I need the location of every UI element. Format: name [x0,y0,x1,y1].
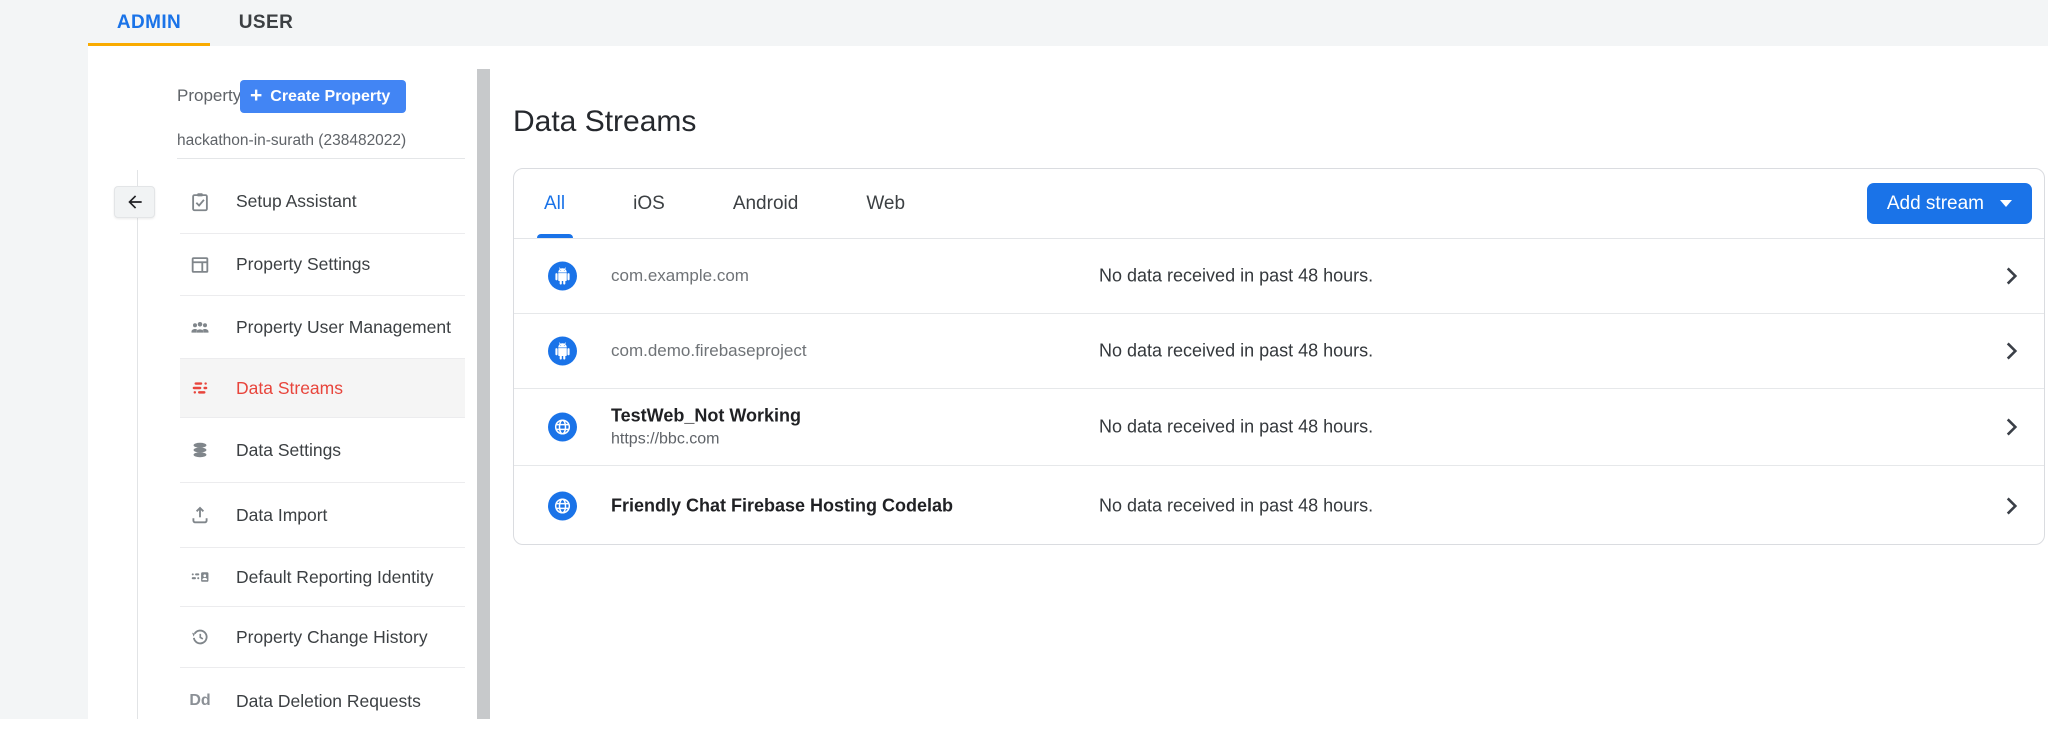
stream-status: No data received in past 48 hours. [1099,495,1373,516]
sidebar-item-property-user-management[interactable]: Property User Management [180,296,465,359]
sidebar-item-default-reporting-identity[interactable]: Default Reporting Identity [180,548,465,607]
dd-letters-icon: Dd [188,689,212,713]
property-name[interactable]: hackathon-in-surath (238482022) [177,132,406,150]
chevron-right-icon[interactable] [1998,338,2024,364]
chevron-right-icon[interactable] [1998,493,2024,519]
data-streams-card: All iOS Android Web Add stream com.examp… [513,168,2045,545]
stream-status: No data received in past 48 hours. [1099,417,1373,438]
property-column-border [137,170,138,719]
stream-name: com.example.com [611,266,749,285]
sidebar-item-data-streams[interactable]: Data Streams [180,359,465,418]
tab-android-label: Android [733,193,799,215]
stream-filter-tabbar: All iOS Android Web Add stream [514,169,2044,239]
sidebar-item-label: Default Reporting Identity [236,567,433,588]
stream-name: TestWeb_Not Working [611,406,801,427]
chevron-right-icon[interactable] [1998,414,2024,440]
chevron-right-icon[interactable] [1998,263,2024,289]
stream-name: Friendly Chat Firebase Hosting Codelab [611,495,953,515]
database-icon [188,438,212,462]
stream-row-friendly-chat[interactable]: Friendly Chat Firebase Hosting Codelab N… [514,466,2044,545]
sidebar-item-data-import[interactable]: Data Import [180,483,465,548]
sidebar-item-data-deletion-requests[interactable]: Dd Data Deletion Requests [180,668,465,734]
sidebar-item-label: Data Import [236,505,327,526]
sidebar-item-label: Data Streams [236,378,343,399]
stream-url: https://bbc.com [611,431,801,449]
tab-admin[interactable]: ADMIN [88,0,210,46]
tab-android[interactable]: Android [703,169,829,238]
collapse-column-button[interactable] [114,186,155,218]
sidebar-item-data-settings[interactable]: Data Settings [180,418,465,483]
globe-icon [548,491,577,520]
sidebar-item-label: Data Deletion Requests [236,691,421,712]
android-icon [548,337,577,366]
create-property-button[interactable]: + Create Property [240,80,406,113]
active-tab-indicator [537,234,573,238]
sidebar-item-setup-assistant[interactable]: Setup Assistant [180,170,465,234]
add-stream-button[interactable]: Add stream [1867,183,2032,224]
android-icon [548,262,577,291]
plus-icon: + [250,85,262,106]
tab-ios-label: iOS [633,193,665,215]
create-property-label: Create Property [270,88,390,106]
admin-tab-underline [88,43,210,46]
tab-user[interactable]: USER [210,0,322,46]
dropdown-caret-icon [2000,200,2012,207]
page-title: Data Streams [513,105,696,139]
stream-row-testweb-not-working[interactable]: TestWeb_Not Working https://bbc.com No d… [514,389,2044,466]
sidebar-item-label: Property Settings [236,254,370,275]
sidebar-item-label: Setup Assistant [236,191,357,212]
sidebar-item-label: Property Change History [236,627,428,648]
stream-row-com-example-com[interactable]: com.example.com No data received in past… [514,239,2044,314]
add-stream-label: Add stream [1887,193,1984,215]
sidebar-item-label: Property User Management [236,317,451,338]
tab-ios[interactable]: iOS [603,169,695,238]
history-icon [188,625,212,649]
tab-web-label: Web [866,193,905,215]
setup-assistant-icon [188,190,212,214]
tab-all[interactable]: All [514,169,595,238]
globe-icon [548,413,577,442]
data-streams-icon [188,376,212,400]
sidebar-item-label: Data Settings [236,440,341,461]
upload-icon [188,503,212,527]
sidebar-item-property-settings[interactable]: Property Settings [180,234,465,296]
arrow-left-icon [125,192,145,212]
stream-name: com.demo.firebaseproject [611,341,807,360]
divider [177,158,465,159]
stream-status: No data received in past 48 hours. [1099,266,1373,287]
sidebar-item-property-change-history[interactable]: Property Change History [180,607,465,668]
tab-all-label: All [544,193,565,215]
reporting-identity-icon [188,565,212,589]
users-icon [188,315,212,339]
property-settings-icon [188,253,212,277]
left-page-margin [0,0,88,719]
property-column-label: Property [177,86,241,106]
tab-web[interactable]: Web [836,169,935,238]
stream-row-com-demo-firebaseproject[interactable]: com.demo.firebaseproject No data receive… [514,314,2044,389]
stream-status: No data received in past 48 hours. [1099,341,1373,362]
column-scrollbar[interactable] [477,69,490,719]
